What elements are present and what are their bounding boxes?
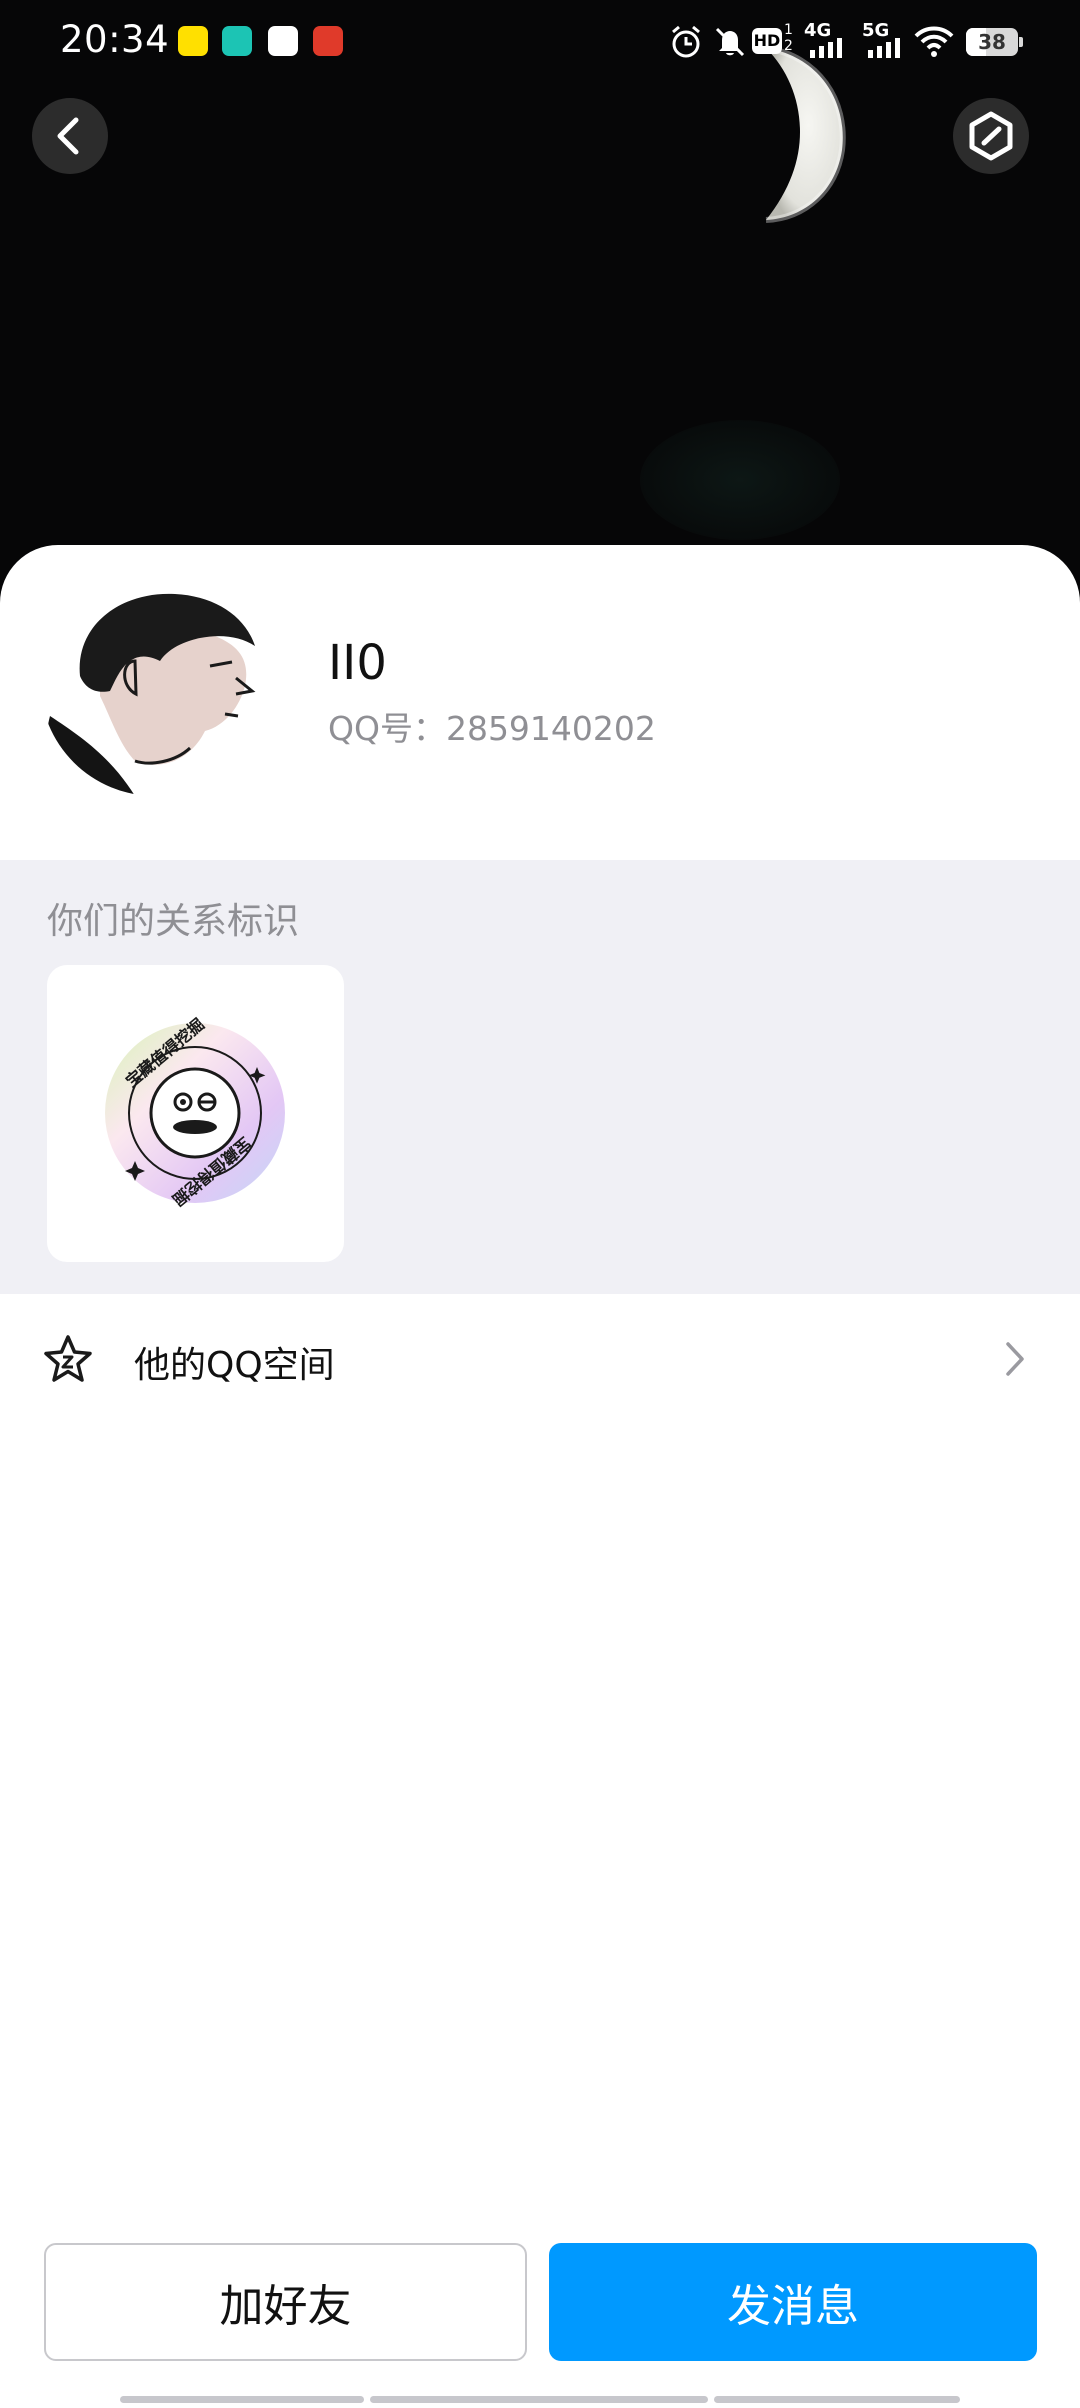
xiaohongshu-app-icon	[268, 26, 298, 56]
relation-title: 你们的关系标识	[47, 901, 300, 942]
settings-button[interactable]	[953, 98, 1029, 174]
avatar-illustration	[43, 569, 267, 796]
avatar[interactable]	[40, 566, 270, 796]
battery-level: 38	[978, 30, 1006, 54]
send-message-button[interactable]: 发消息	[549, 2243, 1037, 2361]
qzone-row[interactable]: 他的QQ空间	[0, 1294, 1080, 1424]
relation-section: 你们的关系标识 宝藏值得挖掘 宝藏值得挖掘	[0, 860, 1080, 1294]
status-time: 20:34	[60, 18, 170, 61]
xianyu-app-icon	[178, 26, 208, 56]
relation-badge-card[interactable]: 宝藏值得挖掘 宝藏值得挖掘	[47, 965, 344, 1262]
back-button[interactable]	[32, 98, 108, 174]
profile-cover-image	[0, 0, 1080, 640]
add-friend-button[interactable]: 加好友	[44, 2243, 527, 2361]
hd-badge: HD	[752, 28, 782, 54]
battery-icon: 38	[966, 28, 1023, 56]
chevron-right-icon	[1006, 1342, 1024, 1376]
chevron-left-icon	[57, 117, 79, 155]
sim-index-label: 12	[784, 22, 793, 54]
wifi-icon	[914, 26, 954, 57]
gesture-bar-segment[interactable]	[370, 2396, 708, 2403]
mute-icon	[715, 27, 745, 57]
hexagon-icon	[969, 111, 1013, 161]
gesture-bar-segment	[120, 2396, 364, 2403]
takeout-app-icon	[313, 26, 343, 56]
qq-number[interactable]: QQ号：2859140202	[328, 702, 656, 750]
qzone-label: 他的QQ空间	[134, 1345, 335, 1386]
signal-icon-sim2	[868, 38, 900, 58]
star-icon	[44, 1335, 92, 1382]
relation-badge-icon: 宝藏值得挖掘 宝藏值得挖掘	[105, 1015, 285, 1209]
status-bar: 20:34 HD 12 4G 5G 38	[0, 0, 1080, 84]
gesture-bar-segment	[714, 2396, 960, 2403]
profile-name: II0	[328, 635, 387, 691]
signal-icon-sim1	[810, 38, 842, 58]
boss-app-icon	[222, 26, 252, 56]
alarm-icon	[672, 25, 700, 58]
